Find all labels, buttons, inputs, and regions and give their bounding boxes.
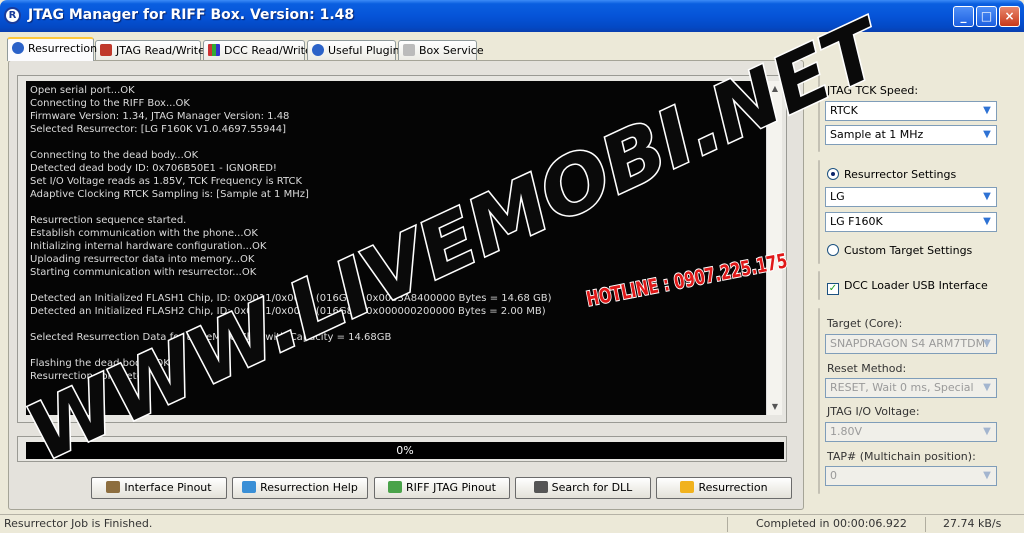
status-elapsed: Completed in 00:00:06.922 [756,517,907,530]
title-bar[interactable]: R JTAG Manager for RIFF Box. Version: 1.… [0,0,1024,32]
help-book-icon [242,481,257,493]
log-line: Detected an Initialized FLASH2 Chip, ID:… [30,306,546,317]
tap-position-select[interactable]: 0 ▼ [825,466,997,486]
io-voltage-label: JTAG I/O Voltage: [827,405,920,418]
tck-speed-select[interactable]: RTCK ▼ [825,101,997,121]
target-core-select[interactable]: SNAPDRAGON S4 ARM7TDMI ▼ [825,334,997,354]
log-line: Initializing internal hardware configura… [30,241,267,252]
chevron-down-icon: ▼ [983,105,991,116]
dcc-loader-group [818,271,820,300]
chevron-down-icon: ▼ [983,216,991,227]
resurrector-settings-group [818,160,820,264]
tab-jtag-read-write[interactable]: JTAG Read/Write [95,40,205,60]
log-line: Selected Resurrection Data for the eMMC … [30,332,392,343]
scroll-up-icon[interactable]: ▲ [767,81,783,97]
io-voltage-select[interactable]: 1.80V ▼ [825,422,997,442]
log-line: Firmware Version: 1.34, JTAG Manager Ver… [30,111,290,122]
status-divider [925,517,926,532]
tap-position-label: TAP# (Multichain position): [827,450,976,463]
log-line: Flashing the dead body...OK [30,358,170,369]
progress-label: 0% [396,444,414,457]
binoculars-icon [533,481,548,493]
reset-method-select[interactable]: RESET, Wait 0 ms, Special ▼ [825,378,997,398]
info-icon [312,44,324,56]
log-line: Selected Resurrector: [LG F160K V1.0.469… [30,124,286,135]
tab-dcc-read-write[interactable]: DCC Read/Write [203,40,312,60]
window-title: JTAG Manager for RIFF Box. Version: 1.48 [28,7,355,23]
tck-speed-group [818,72,820,152]
log-line: Connecting to the dead body...OK [30,150,199,161]
close-button[interactable]: × [999,6,1020,27]
status-bar: Resurrector Job is Finished. Completed i… [0,514,1024,533]
tab-box-service[interactable]: Box Service [398,40,484,60]
reset-method-label: Reset Method: [827,362,907,375]
log-line: Establish communication with the phone..… [30,228,258,239]
interface-pinout-button[interactable]: Interface Pinout [91,477,227,499]
tab-bar: Resurrection JTAG Read/Write DCC Read/Wr… [0,32,1024,62]
manufacturer-select[interactable]: LG ▼ [825,187,997,207]
wrench-icon [403,44,415,56]
model-select[interactable]: LG F160K ▼ [825,212,997,232]
tck-speed-label: JTAG TCK Speed: [827,84,919,97]
log-line: Uploading resurrector data into memory..… [30,254,255,265]
status-message: Resurrector Job is Finished. [4,517,153,530]
tab-useful-plugins[interactable]: Useful Plugins [307,40,405,60]
log-line: Resurrection complete! [30,371,147,382]
riff-jtag-pinout-button[interactable]: RIFF JTAG Pinout [374,477,510,499]
target-settings-group [818,308,820,494]
box-icon [106,481,121,493]
chevron-down-icon: ▼ [983,338,991,349]
tab-resurrection[interactable]: Resurrection [7,37,97,61]
chip-icon [100,44,112,56]
dcc-loader-checkbox[interactable]: ✓ DCC Loader USB Interface [827,279,988,295]
status-speed: 27.74 kB/s [943,517,1002,530]
log-line: Open serial port...OK [30,85,135,96]
radio-unselected-icon [827,244,839,256]
pencil-icon [388,481,403,493]
log-output[interactable]: Open serial port...OK Connecting to the … [26,81,766,415]
minimize-button[interactable]: _ [953,6,974,27]
progress-bar: 0% [26,442,784,459]
log-line: Adaptive Clocking RTCK Sampling is: [Sam… [30,189,309,200]
lightning-icon [680,481,695,493]
chevron-down-icon: ▼ [983,426,991,437]
checkmark-icon: ✓ [827,283,839,295]
log-line: Starting communication with resurrector.… [30,267,257,278]
status-divider [727,517,728,532]
resurrection-help-button[interactable]: Resurrection Help [232,477,368,499]
log-line: Connecting to the RIFF Box...OK [30,98,190,109]
scroll-down-icon[interactable]: ▼ [767,399,783,415]
chevron-down-icon: ▼ [983,191,991,202]
custom-target-radio[interactable]: Custom Target Settings [827,244,972,257]
resurrector-settings-radio[interactable]: Resurrector Settings [827,168,956,181]
log-line: Set I/O Voltage reads as 1.85V, TCK Freq… [30,176,303,187]
maximize-button[interactable]: □ [976,6,997,27]
chevron-down-icon: ▼ [983,129,991,140]
books-icon [208,44,220,56]
log-line: Detected dead body ID: 0x706B50E1 - IGNO… [30,163,277,174]
chevron-down-icon: ▼ [983,470,991,481]
sampling-select[interactable]: Sample at 1 MHz ▼ [825,125,997,145]
info-icon [12,42,24,54]
radio-selected-icon [827,168,839,180]
resurrection-button[interactable]: Resurrection [656,477,792,499]
riff-app-icon: R [4,7,21,24]
search-for-dll-button[interactable]: Search for DLL [515,477,651,499]
chevron-down-icon: ▼ [983,382,991,393]
log-line: Resurrection sequence started. [30,215,187,226]
log-line: Detected an Initialized FLASH1 Chip, ID:… [30,293,552,304]
target-core-label: Target (Core): [827,317,903,330]
log-scrollbar[interactable]: ▲ ▼ [766,81,782,415]
